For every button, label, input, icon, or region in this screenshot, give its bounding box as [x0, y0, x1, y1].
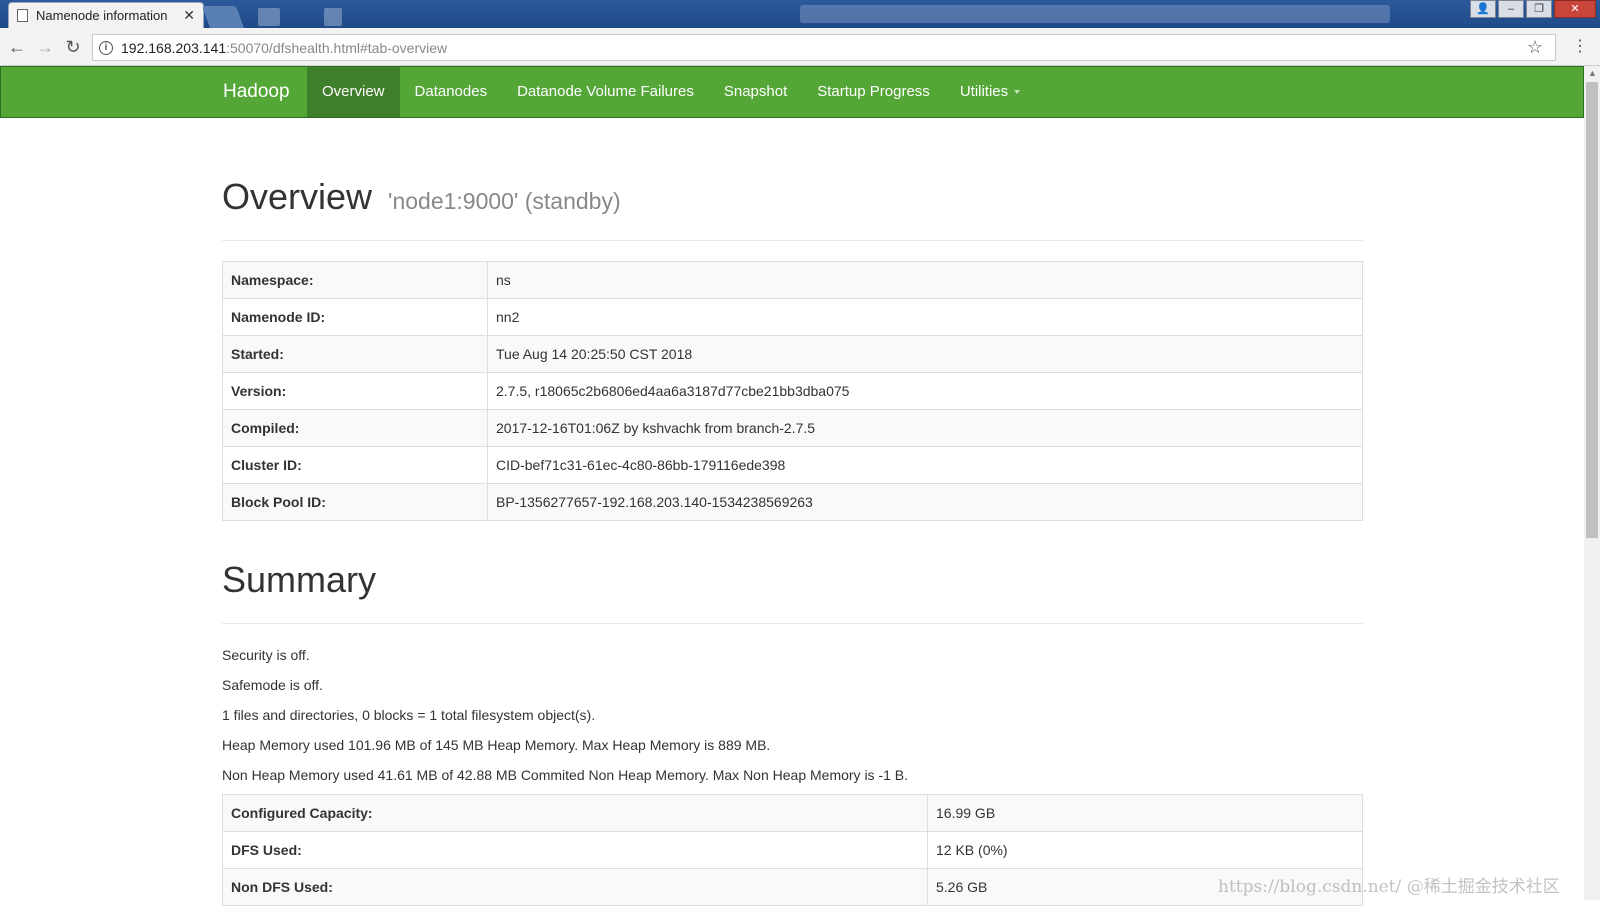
nav-item-utilities-label: Utilities	[959, 83, 1009, 100]
tab-close-icon[interactable]: ✕	[183, 7, 195, 24]
filesystem-objects: 1 files and directories, 0 blocks = 1 to…	[222, 707, 596, 723]
row-value: 2.7.5, r18065c2b6806ed4aa6a3187d77cbe21b…	[487, 372, 1363, 410]
scroll-thumb[interactable]	[1586, 82, 1598, 538]
row-value: nn2	[487, 298, 1363, 336]
url-host: 192.168.203.141	[121, 39, 227, 56]
row-value: 2017-12-16T01:06Z by kshvachk from branc…	[487, 409, 1363, 447]
row-label: DFS Used:	[222, 831, 928, 869]
info-icon[interactable]: i	[99, 40, 113, 55]
window-titlebar: Namenode information ✕ 👤 – ❐ ✕	[0, 0, 1600, 28]
watermark: https://blog.csdn.net/ @稀土掘金技术社区	[1218, 877, 1560, 897]
table-row: Cluster ID: CID-bef71c31-61ec-4c80-86bb-1…	[222, 446, 1363, 484]
nav-item-snapshot[interactable]: Snapshot	[709, 67, 802, 117]
close-window-button[interactable]: ✕	[1554, 0, 1596, 18]
nav-item-overview[interactable]: Overview	[307, 67, 400, 117]
url-path: :50070/dfshealth.html#tab-overview	[226, 39, 448, 56]
overview-subtitle: 'node1:9000' (standby)	[388, 188, 621, 214]
forward-icon[interactable]: →	[34, 36, 56, 58]
browser-toolbar: ← → ↻ i 192.168.203.141:50070/dfshealth.…	[0, 28, 1600, 66]
row-label: Namespace:	[222, 261, 488, 299]
row-label: Cluster ID:	[222, 446, 488, 484]
table-row: Compiled: 2017-12-16T01:06Z by kshvachk f…	[222, 409, 1363, 447]
summary-text: Security is off. Safemode is off. 1 file…	[222, 644, 1363, 794]
table-row: Namenode ID: nn2	[222, 298, 1363, 336]
user-icon[interactable]: 👤	[1470, 0, 1496, 18]
row-label: Compiled:	[222, 409, 488, 447]
main-content: Overview 'node1:9000' (standby) Namespac…	[222, 118, 1363, 906]
row-value: ns	[487, 261, 1363, 299]
brand-link[interactable]: Hadoop	[223, 67, 290, 117]
row-label: Namenode ID:	[222, 298, 488, 336]
summary-heading: Summary	[222, 559, 377, 600]
security-status: Security is off.	[222, 647, 310, 663]
tab-title: Namenode information	[36, 8, 168, 23]
blurred-tabs	[800, 5, 1390, 23]
row-label: Started:	[222, 335, 488, 373]
heap-memory: Heap Memory used 101.96 MB of 145 MB Hea…	[222, 737, 771, 753]
back-icon[interactable]: ←	[6, 36, 28, 58]
table-row: DFS Used: 12 KB (0%)	[222, 831, 1363, 869]
overview-title: Overview	[222, 176, 373, 217]
row-value: 12 KB (0%)	[927, 831, 1363, 869]
row-value: Tue Aug 14 20:25:50 CST 2018	[487, 335, 1363, 373]
table-row: Block Pool ID: BP-1356277657-192.168.203.…	[222, 483, 1363, 521]
table-row: Started: Tue Aug 14 20:25:50 CST 2018	[222, 335, 1363, 373]
hadoop-navbar: Hadoop Overview Datanodes Datanode Volum…	[0, 66, 1584, 118]
non-heap-memory: Non Heap Memory used 41.61 MB of 42.88 M…	[222, 767, 909, 783]
nav-item-datanode-volume-failures[interactable]: Datanode Volume Failures	[502, 67, 709, 117]
row-value: CID-bef71c31-61ec-4c80-86bb-179116ede398	[487, 446, 1363, 484]
summary-table: Configured Capacity: 16.99 GB DFS Used: 12…	[222, 794, 1363, 906]
divider	[222, 623, 1363, 624]
overview-heading: Overview 'node1:9000' (standby)	[222, 176, 1363, 218]
nav-item-utilities[interactable]: Utilities	[945, 67, 1035, 117]
nav-item-startup-progress[interactable]: Startup Progress	[802, 67, 945, 117]
browser-tab[interactable]: Namenode information ✕	[8, 2, 204, 28]
caret-down-icon	[1014, 90, 1021, 95]
row-label: Configured Capacity:	[222, 794, 928, 832]
nav-item-datanodes[interactable]: Datanodes	[400, 67, 503, 117]
table-row: Version: 2.7.5, r18065c2b6806ed4aa6a3187d…	[222, 372, 1363, 410]
minimize-button[interactable]: –	[1498, 0, 1524, 18]
table-row: Configured Capacity: 16.99 GB	[222, 794, 1363, 832]
page-scrollbar[interactable]: ▲	[1584, 66, 1600, 900]
bookmark-star-icon[interactable]: ☆	[1527, 37, 1543, 58]
divider	[222, 240, 1363, 241]
page-icon	[17, 9, 28, 22]
blurred-tab-icon	[258, 8, 280, 26]
table-row: Namespace: ns	[222, 261, 1363, 299]
address-bar[interactable]: i 192.168.203.141:50070/dfshealth.html#t…	[92, 34, 1556, 61]
blurred-tab-icon	[324, 8, 342, 26]
row-label: Version:	[222, 372, 488, 410]
browser-menu-icon[interactable]: ⋮	[1572, 36, 1588, 56]
safemode-status: Safemode is off.	[222, 677, 323, 693]
scroll-up-arrow-icon[interactable]: ▲	[1588, 68, 1597, 78]
window-controls: 👤 – ❐ ✕	[1470, 0, 1596, 18]
overview-table: Namespace: ns Namenode ID: nn2 Started: Tue…	[222, 261, 1363, 521]
row-label: Block Pool ID:	[222, 483, 488, 521]
reload-icon[interactable]: ↻	[62, 36, 84, 58]
nav-menu: Overview Datanodes Datanode Volume Failu…	[307, 67, 1035, 117]
row-value: 16.99 GB	[927, 794, 1363, 832]
maximize-button[interactable]: ❐	[1526, 0, 1552, 18]
row-value: BP-1356277657-192.168.203.140-1534238569…	[487, 483, 1363, 521]
new-tab-button[interactable]	[201, 6, 245, 28]
